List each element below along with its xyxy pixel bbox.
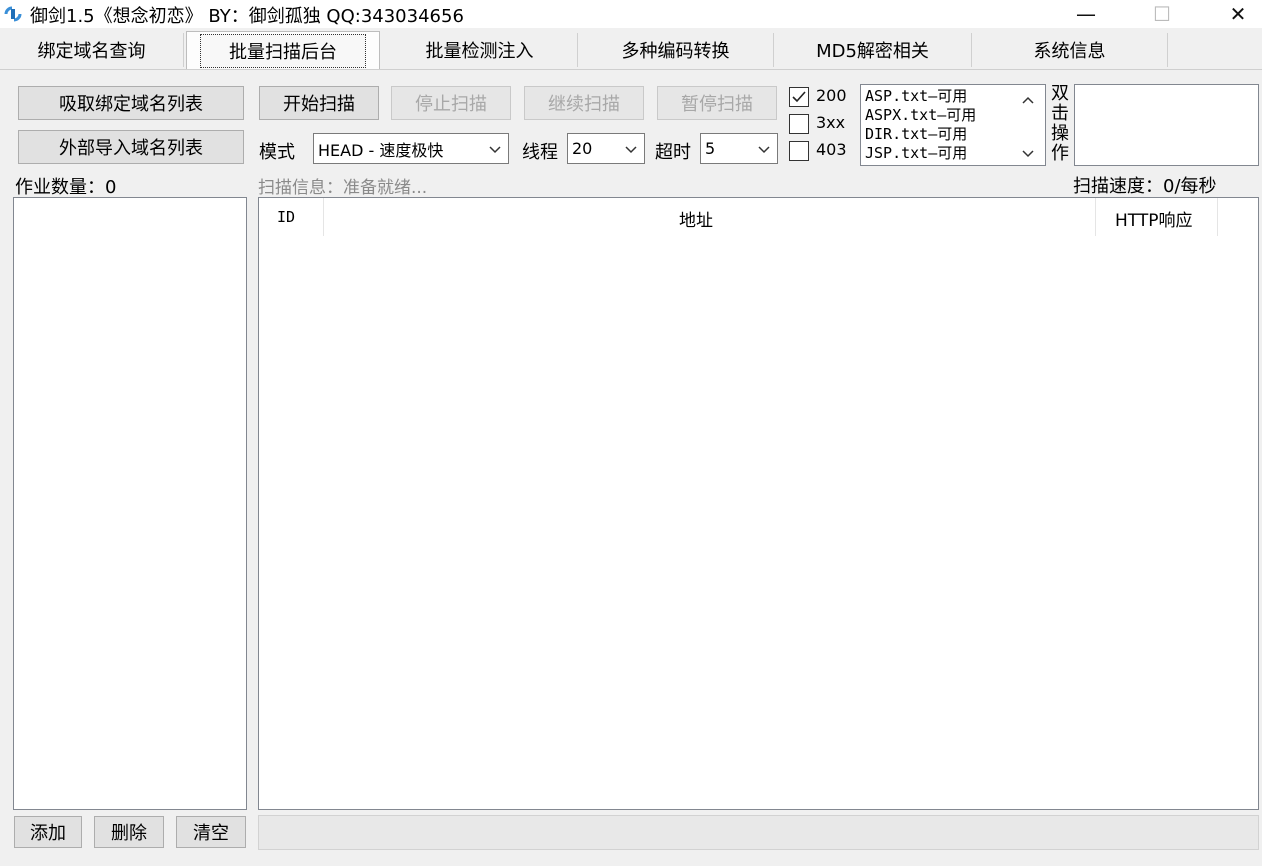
check-icon [789,87,809,107]
job-count-label: 作业数量：0 [15,177,117,198]
chevron-down-icon [624,141,638,160]
mode-label: 模式 [259,142,295,163]
list-item[interactable]: ASP.txt—可用 [865,87,967,106]
checkbox-box [789,114,809,134]
clear-button[interactable]: 清空 [176,816,246,848]
double-click-label: 双击操作 [1051,83,1069,164]
tab-bind-domain-query[interactable]: 绑定域名查询 [0,33,184,67]
status-200-label: 200 [816,86,847,105]
tab-label: 批量检测注入 [425,41,534,62]
tab-strip: 绑定域名查询 批量扫描后台 批量检测注入 多种编码转换 MD5解密相关 系统信息 [0,31,1262,69]
threads-label: 线程 [522,142,558,163]
checkbox-box [789,141,809,161]
pause-scan-button[interactable]: 暂停扫描 [657,86,777,120]
fetch-domain-list-button[interactable]: 吸取绑定域名列表 [18,86,244,120]
list-item[interactable]: ASPX.txt—可用 [865,106,976,125]
tab-label: 系统信息 [1033,41,1106,62]
tab-label: 批量扫描后台 [200,33,366,68]
scroll-up-icon[interactable] [1021,91,1035,111]
chevron-down-icon [488,141,502,160]
timeout-value: 5 [705,139,716,158]
list-item[interactable]: JSP.txt—可用 [865,144,967,163]
minimize-button[interactable]: — [1064,0,1108,28]
status-200-checkbox[interactable] [789,87,809,107]
status-3xx-label: 3xx [816,113,846,132]
tab-batch-scan-admin[interactable]: 批量扫描后台 [186,31,380,69]
status-403-label: 403 [816,140,847,159]
list-item[interactable]: DIR.txt—可用 [865,125,967,144]
threads-select[interactable]: 20 [567,133,645,164]
tab-label: MD5解密相关 [816,41,929,62]
results-table[interactable]: ID 地址 HTTP响应 [258,197,1259,810]
add-button[interactable]: 添加 [14,816,82,848]
scan-info-label: 扫描信息：准备就绪... [258,178,428,198]
domain-list[interactable] [13,197,247,810]
column-header-address[interactable]: 地址 [679,206,713,231]
sword-app-icon [3,5,23,23]
dictionary-list[interactable]: ASP.txt—可用 ASPX.txt—可用 DIR.txt—可用 JSP.tx… [860,84,1046,166]
status-403-checkbox[interactable] [789,141,809,161]
chevron-down-icon [757,141,771,160]
table-header: ID 地址 HTTP响应 [259,198,1258,236]
scan-speed-label: 扫描速度：0/每秒 [1073,176,1217,197]
mode-value: HEAD - 速度极快 [318,140,444,160]
timeout-label: 超时 [655,142,691,163]
start-scan-button[interactable]: 开始扫描 [259,86,379,120]
column-header-id[interactable]: ID [277,208,295,227]
status-bar [258,815,1259,850]
column-divider [1217,198,1218,236]
close-button[interactable]: ✕ [1216,0,1260,28]
column-divider [1095,198,1096,236]
status-3xx-checkbox[interactable] [789,114,809,134]
tab-label: 多种编码转换 [621,41,730,62]
delete-button[interactable]: 删除 [94,816,164,848]
tab-label: 绑定域名查询 [37,41,146,62]
maximize-button[interactable]: ☐ [1140,0,1184,28]
tab-batch-sql-injection[interactable]: 批量检测注入 [382,33,578,67]
mode-select[interactable]: HEAD - 速度极快 [313,133,509,164]
threads-value: 20 [572,139,593,158]
window-title: 御剑1.5《想念初恋》 BY：御剑孤独 QQ:343034656 [30,6,464,27]
tab-system-info[interactable]: 系统信息 [972,33,1168,67]
double-click-action-box[interactable] [1074,84,1259,166]
scroll-down-icon[interactable] [1021,145,1035,165]
tab-encoding-convert[interactable]: 多种编码转换 [578,33,774,67]
import-domain-list-button[interactable]: 外部导入域名列表 [18,130,244,164]
tab-md5-decrypt[interactable]: MD5解密相关 [774,33,972,67]
continue-scan-button[interactable]: 继续扫描 [524,86,644,120]
title-bar: 御剑1.5《想念初恋》 BY：御剑孤独 QQ:343034656 — ☐ ✕ [0,0,1262,28]
timeout-select[interactable]: 5 [700,133,778,164]
column-header-http-response[interactable]: HTTP响应 [1115,206,1193,231]
column-divider [323,198,324,236]
stop-scan-button[interactable]: 停止扫描 [391,86,511,120]
